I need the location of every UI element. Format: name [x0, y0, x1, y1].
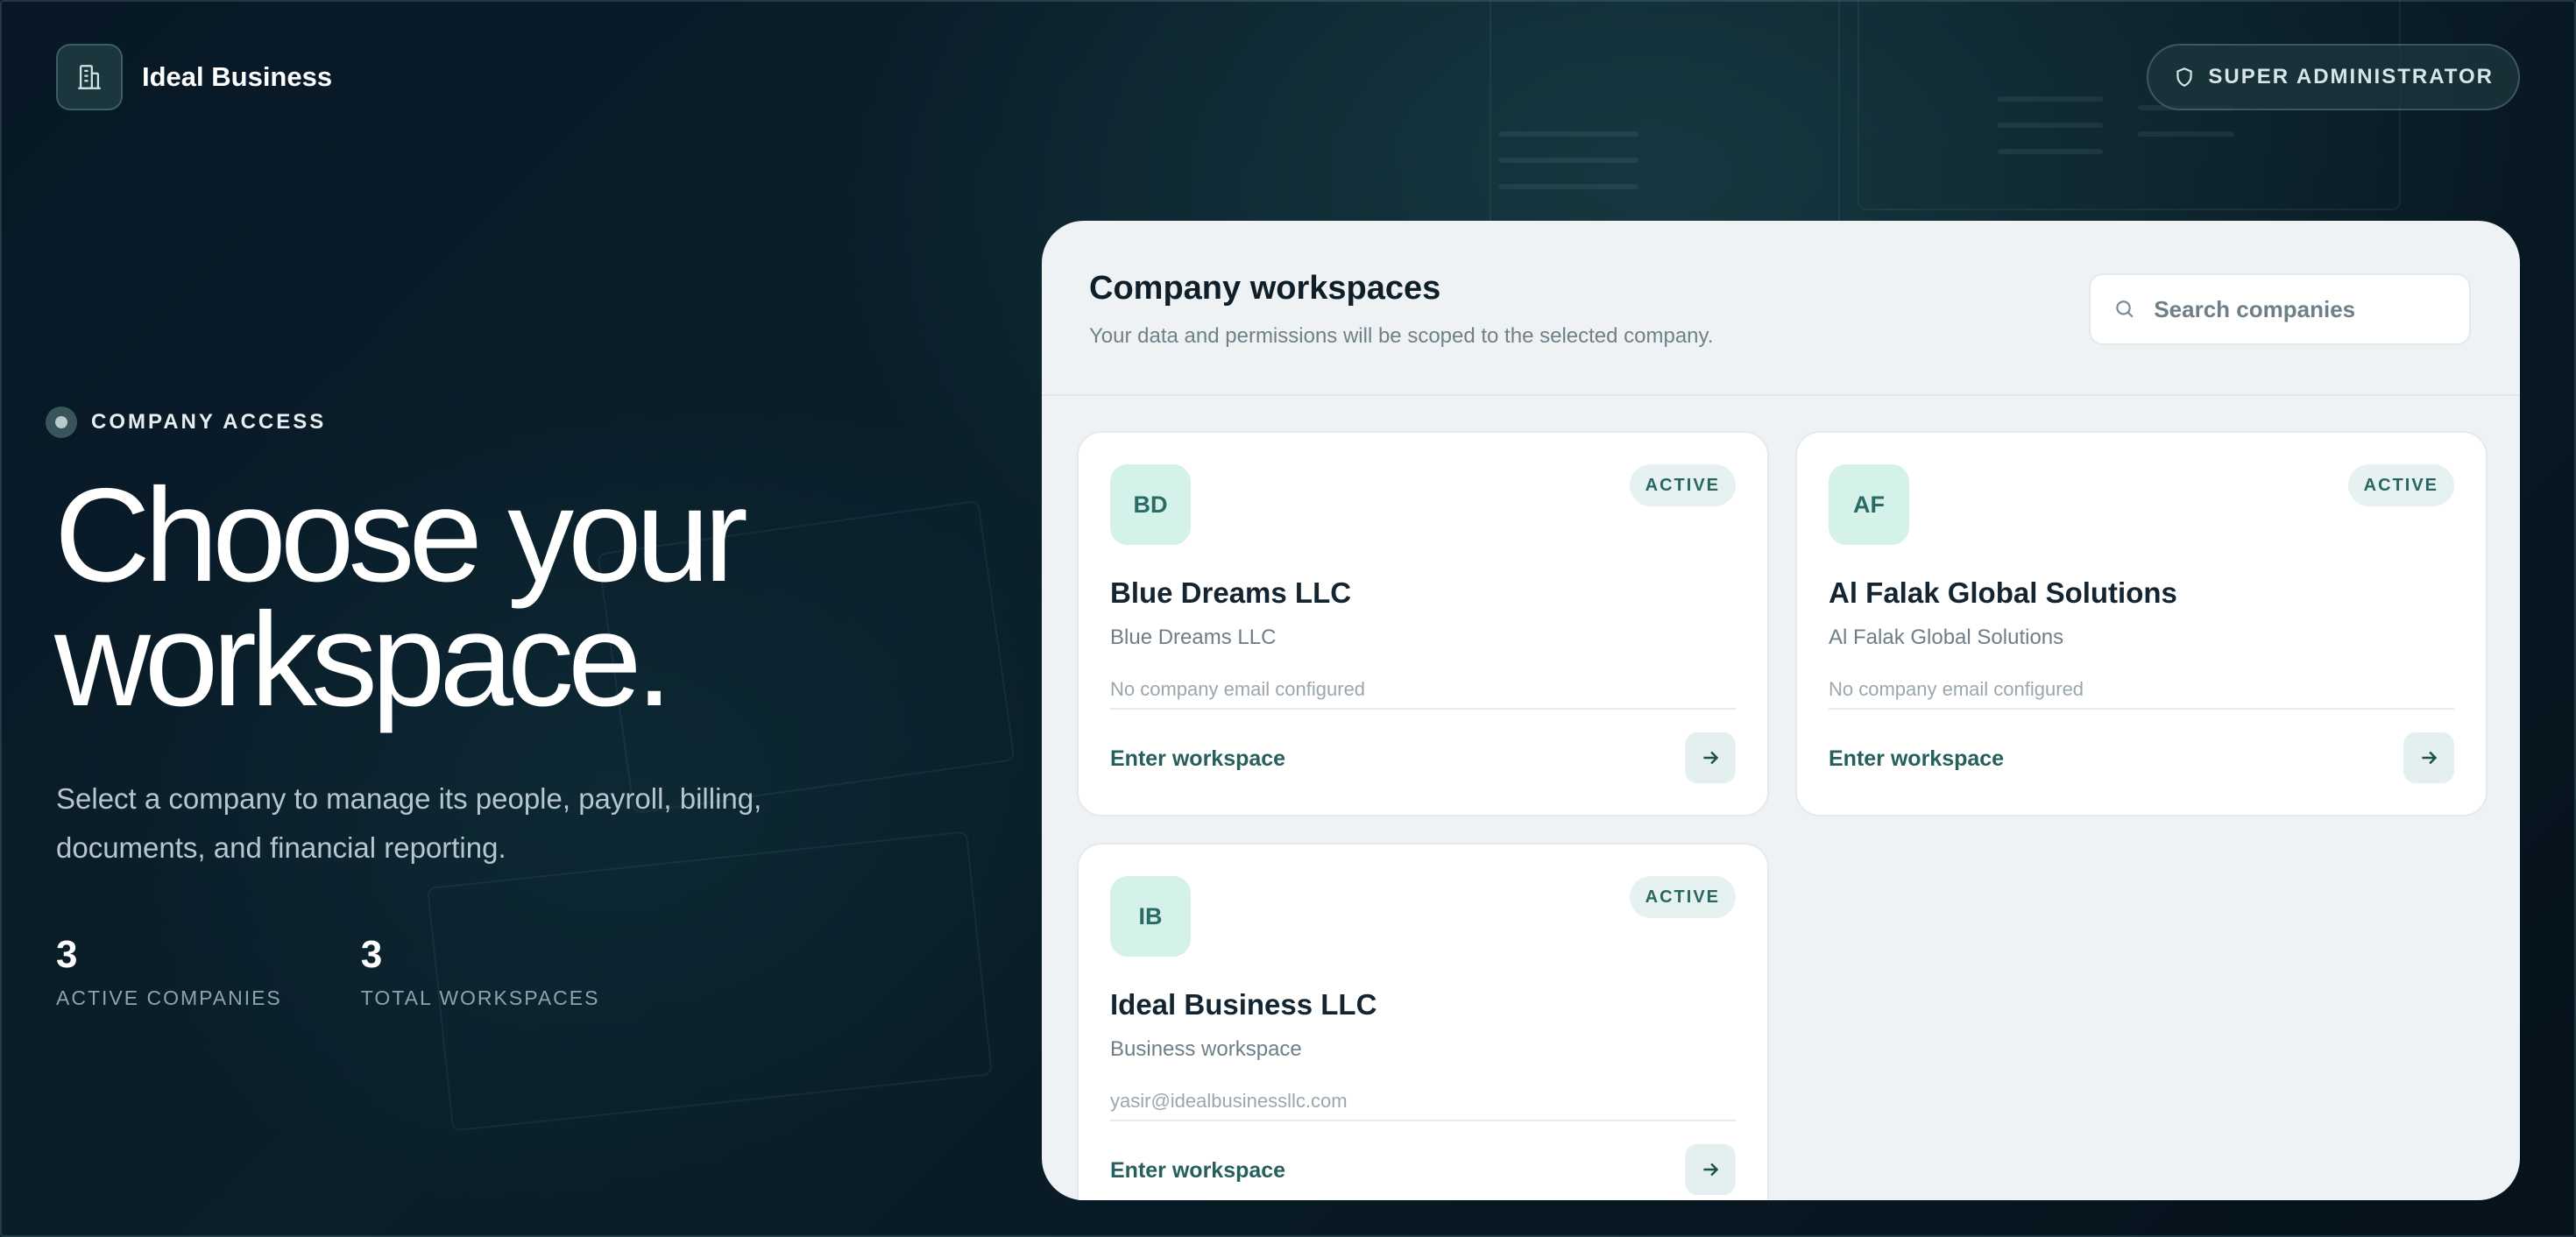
- company-email: yasir@idealbusinessllc.com: [1110, 1090, 1348, 1112]
- company-description: Al Falak Global Solutions: [1829, 626, 2064, 649]
- divider: [1110, 708, 1736, 710]
- eyebrow: COMPANY ACCESS: [46, 406, 326, 438]
- company-card-al-falak[interactable]: AF ACTIVE Al Falak Global Solutions Al F…: [1795, 431, 2488, 816]
- enter-workspace-link[interactable]: Enter workspace: [1829, 746, 2004, 772]
- panel-title: Company workspaces: [1089, 270, 1441, 307]
- search-box[interactable]: [2089, 273, 2471, 345]
- hero-subtitle: Select a company to manage its people, p…: [56, 782, 762, 864]
- enter-workspace-button[interactable]: [2403, 732, 2454, 783]
- company-description: Business workspace: [1110, 1037, 1302, 1061]
- stat-total-workspaces: 3 TOTAL WORKSPACES: [361, 932, 600, 1010]
- status-badge: ACTIVE: [1629, 876, 1736, 918]
- enter-workspace-button[interactable]: [1685, 1144, 1736, 1195]
- panel-header: Company workspaces Your data and permiss…: [1042, 221, 2520, 396]
- company-name: Blue Dreams LLC: [1110, 576, 1352, 609]
- company-cards: BD ACTIVE Blue Dreams LLC Blue Dreams LL…: [1077, 431, 2488, 1200]
- role-badge[interactable]: SUPER ADMINISTRATOR: [2147, 44, 2520, 110]
- brand[interactable]: Ideal Business: [56, 44, 332, 110]
- enter-workspace-link[interactable]: Enter workspace: [1110, 746, 1285, 772]
- shield-icon: [2176, 67, 2193, 87]
- search-input[interactable]: [2154, 295, 2446, 323]
- company-email: No company email configured: [1110, 678, 1366, 700]
- page-title: Choose your workspace.: [54, 469, 931, 726]
- divider: [1829, 708, 2454, 710]
- arrow-right-icon: [1703, 1163, 1719, 1177]
- dot-icon: [46, 406, 77, 438]
- company-name: Al Falak Global Solutions: [1829, 576, 2177, 609]
- status-badge: ACTIVE: [1629, 464, 1736, 506]
- title-line-2: workspace.: [54, 585, 673, 734]
- enter-workspace-button[interactable]: [1685, 732, 1736, 783]
- brand-name: Ideal Business: [142, 61, 333, 92]
- stat-value: 3: [56, 933, 78, 976]
- divider: [1110, 1120, 1736, 1121]
- company-card-blue-dreams[interactable]: BD ACTIVE Blue Dreams LLC Blue Dreams LL…: [1077, 431, 1769, 816]
- arrow-right-icon: [1703, 751, 1719, 765]
- stat-value: 3: [360, 933, 383, 976]
- search-icon: [2116, 300, 2134, 318]
- company-email: No company email configured: [1829, 678, 2084, 700]
- company-description: Blue Dreams LLC: [1110, 626, 1277, 649]
- company-name: Ideal Business LLC: [1110, 988, 1377, 1021]
- company-card-ideal-business[interactable]: IB ACTIVE Ideal Business LLC Business wo…: [1077, 843, 1769, 1200]
- stat-active-companies: 3 ACTIVE COMPANIES: [56, 932, 282, 1010]
- role-label: SUPER ADMINISTRATOR: [2208, 65, 2494, 88]
- eyebrow-text: COMPANY ACCESS: [91, 410, 327, 434]
- company-avatar: BD: [1110, 464, 1191, 545]
- stat-label: ACTIVE COMPANIES: [56, 986, 282, 1009]
- arrow-right-icon: [2422, 751, 2438, 765]
- stat-label: TOTAL WORKSPACES: [360, 986, 600, 1009]
- company-avatar: AF: [1829, 464, 1909, 545]
- workspaces-panel: Company workspaces Your data and permiss…: [1042, 221, 2520, 1200]
- status-badge: ACTIVE: [2347, 464, 2454, 506]
- panel-subtitle: Your data and permissions will be scoped…: [1089, 324, 1714, 348]
- building-icon: [56, 44, 123, 110]
- company-avatar: IB: [1110, 876, 1191, 957]
- enter-workspace-link[interactable]: Enter workspace: [1110, 1158, 1285, 1184]
- stats: 3 ACTIVE COMPANIES 3 TOTAL WORKSPACES: [56, 932, 599, 1010]
